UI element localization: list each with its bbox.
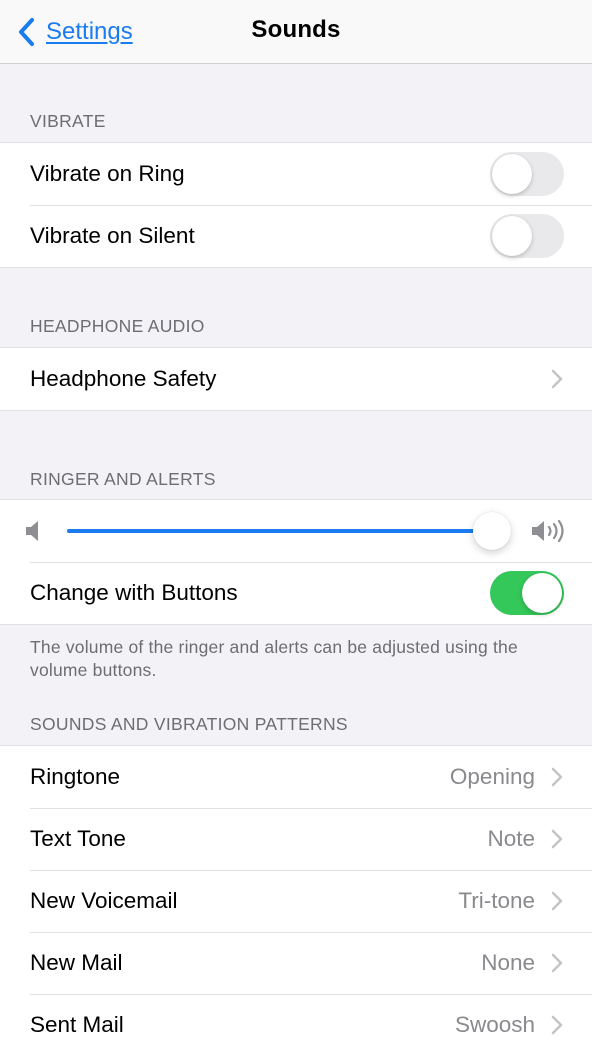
- vibrate-group: Vibrate on Ring Vibrate on Silent: [0, 142, 592, 268]
- row-value: Opening: [449, 764, 535, 789]
- ringtone-row[interactable]: Ringtone Opening: [0, 746, 592, 808]
- toggle-knob: [522, 573, 562, 613]
- volume-slider-fill: [67, 529, 492, 533]
- section-header-sounds-patterns: SOUNDS AND VIBRATION PATTERNS: [30, 714, 348, 734]
- row-label: Change with Buttons: [30, 580, 238, 605]
- volume-slider-row: [0, 500, 592, 562]
- row-label: Ringtone: [30, 764, 121, 789]
- text-tone-row[interactable]: Text Tone Note: [0, 808, 592, 870]
- headphone-safety-row[interactable]: Headphone Safety: [0, 348, 592, 410]
- row-value: None: [481, 950, 535, 975]
- sounds-patterns-group: Ringtone Opening Text Tone Note New Voic…: [0, 745, 592, 1056]
- section-header-headphone-audio: HEADPHONE AUDIO: [30, 316, 205, 336]
- vibrate-on-silent-toggle[interactable]: [490, 214, 564, 258]
- row-label: Text Tone: [30, 826, 126, 851]
- chevron-right-icon: [551, 767, 563, 787]
- toggle-knob: [492, 216, 532, 256]
- chevron-right-icon: [551, 891, 563, 911]
- chevron-right-icon: [551, 953, 563, 973]
- row-label: Vibrate on Silent: [30, 223, 195, 248]
- page-title: Sounds: [251, 16, 341, 43]
- sent-mail-row[interactable]: Sent Mail Swoosh: [0, 994, 592, 1056]
- row-label: New Mail: [30, 950, 123, 975]
- vibrate-on-ring-row: Vibrate on Ring: [0, 143, 592, 205]
- ringer-alerts-footer: The volume of the ringer and alerts can …: [30, 637, 518, 680]
- section-header-ringer-alerts: RINGER AND ALERTS: [30, 469, 216, 489]
- navigation-bar: Settings Sounds: [0, 0, 592, 64]
- vibrate-on-ring-toggle[interactable]: [490, 152, 564, 196]
- chevron-right-icon: [551, 1015, 563, 1035]
- row-label: Headphone Safety: [30, 366, 217, 391]
- speaker-high-icon: [532, 519, 564, 543]
- chevron-right-icon: [551, 829, 563, 849]
- new-voicemail-row[interactable]: New Voicemail Tri-tone: [0, 870, 592, 932]
- toggle-knob: [492, 154, 532, 194]
- chevron-right-icon: [551, 369, 563, 389]
- row-label: Vibrate on Ring: [30, 161, 185, 186]
- change-with-buttons-row: Change with Buttons: [0, 562, 592, 624]
- new-mail-row[interactable]: New Mail None: [0, 932, 592, 994]
- row-value: Swoosh: [454, 1012, 535, 1037]
- headphone-audio-group: Headphone Safety: [0, 347, 592, 411]
- row-value: Note: [487, 826, 535, 851]
- row-value: Tri-tone: [458, 888, 535, 913]
- speaker-low-icon: [26, 521, 38, 541]
- row-label: Sent Mail: [30, 1012, 124, 1037]
- vibrate-on-silent-row: Vibrate on Silent: [0, 205, 592, 267]
- volume-slider-thumb[interactable]: [473, 512, 511, 550]
- row-label: New Voicemail: [30, 888, 178, 913]
- change-with-buttons-toggle[interactable]: [490, 571, 564, 615]
- section-header-vibrate: VIBRATE: [30, 111, 106, 131]
- ringer-alerts-group: Change with Buttons: [0, 499, 592, 625]
- volume-slider[interactable]: [67, 512, 511, 550]
